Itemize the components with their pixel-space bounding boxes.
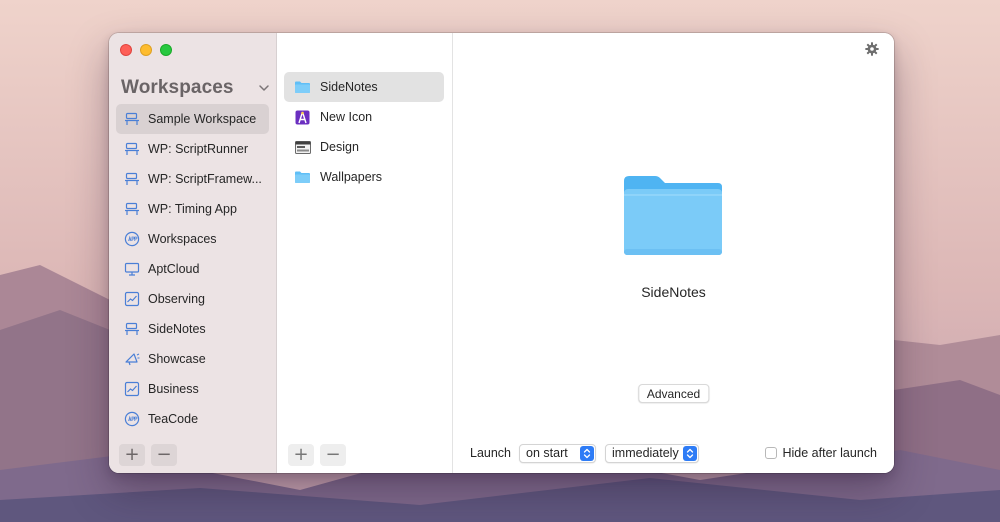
advanced-button[interactable]: Advanced xyxy=(637,384,710,403)
zoom-window-button[interactable] xyxy=(160,44,172,56)
hide-after-launch-option[interactable]: Hide after launch xyxy=(765,446,877,460)
remove-item-button[interactable]: − xyxy=(320,444,346,466)
updown-chevron-icon xyxy=(580,445,595,461)
sidebar-item-label: Workspaces xyxy=(148,232,217,246)
workspace-icon xyxy=(124,111,140,127)
sidebar-item-wp-scriptframework[interactable]: WP: ScriptFramew... xyxy=(116,164,269,194)
add-workspace-button[interactable]: + xyxy=(119,444,145,466)
remove-workspace-button[interactable]: − xyxy=(151,444,177,466)
launch-timing-select[interactable]: immediately xyxy=(605,443,700,463)
sidebar-item-wp-timing-app[interactable]: WP: Timing App xyxy=(116,194,269,224)
workspace-icon xyxy=(124,321,140,337)
launch-label: Launch xyxy=(470,446,512,460)
window-icon xyxy=(294,139,311,155)
launch-when-select[interactable]: on start xyxy=(519,443,597,463)
chart-icon xyxy=(124,291,140,307)
sidebar-item-label: Business xyxy=(148,382,199,396)
monitor-icon xyxy=(124,261,140,277)
workspace-items-list: SideNotes New Icon Design Wallpapers xyxy=(284,72,444,192)
app-icon xyxy=(124,231,140,247)
item-sidenotes[interactable]: SideNotes xyxy=(284,72,444,102)
item-design[interactable]: Design xyxy=(284,132,444,162)
minimize-window-button[interactable] xyxy=(140,44,152,56)
item-detail-pane: SideNotes Advanced Launch on start immed… xyxy=(453,33,894,473)
item-wallpapers[interactable]: Wallpapers xyxy=(284,162,444,192)
workspace-icon xyxy=(124,201,140,217)
gear-icon[interactable] xyxy=(865,42,879,56)
hide-after-launch-label: Hide after launch xyxy=(782,446,877,460)
window-controls xyxy=(120,44,172,56)
sidebar-item-label: AptCloud xyxy=(148,262,200,276)
item-label: Wallpapers xyxy=(320,170,383,184)
app-window: Workspaces Sample Workspace WP: ScriptRu… xyxy=(109,33,894,473)
workspace-items-panel: SideNotes New Icon Design Wallpapers + − xyxy=(277,33,453,473)
launch-timing-value: immediately xyxy=(612,446,679,460)
sidebar-item-sidenotes[interactable]: SideNotes xyxy=(116,314,269,344)
item-label: SideNotes xyxy=(320,80,378,94)
workspaces-sidebar: Workspaces Sample Workspace WP: ScriptRu… xyxy=(109,33,277,473)
sidebar-item-label: WP: Timing App xyxy=(148,202,237,216)
sidebar-item-business[interactable]: Business xyxy=(116,374,269,404)
megaphone-icon xyxy=(124,351,140,367)
sidebar-item-label: TeaCode xyxy=(148,412,199,426)
sidebar-item-showcase[interactable]: Showcase xyxy=(116,344,269,374)
sidebar-item-label: SideNotes xyxy=(148,322,206,336)
sidebar-item-observing[interactable]: Observing xyxy=(116,284,269,314)
item-name: SideNotes xyxy=(641,284,706,300)
app-icon xyxy=(124,411,140,427)
sidebar-toolbar: + − xyxy=(119,444,177,466)
workspace-icon xyxy=(124,171,140,187)
sidebar-item-label: WP: ScriptFramew... xyxy=(148,172,262,186)
workspace-list: Sample Workspace WP: ScriptRunner WP: Sc… xyxy=(116,104,269,434)
sidebar-item-aptcloud[interactable]: AptCloud xyxy=(116,254,269,284)
sidebar-item-label: Sample Workspace xyxy=(148,112,257,126)
chart-icon xyxy=(124,381,140,397)
design-app-icon xyxy=(294,109,311,125)
workspaces-header[interactable]: Workspaces xyxy=(121,77,271,99)
sidebar-title: Workspaces xyxy=(121,77,234,98)
sidebar-item-workspaces[interactable]: Workspaces xyxy=(116,224,269,254)
sidebar-item-teacode[interactable]: TeaCode xyxy=(116,404,269,434)
sidebar-item-sample-workspace[interactable]: Sample Workspace xyxy=(116,104,269,134)
folder-icon xyxy=(294,169,311,185)
updown-chevron-icon xyxy=(683,445,698,461)
sidebar-item-label: WP: ScriptRunner xyxy=(148,142,249,156)
item-label: New Icon xyxy=(320,110,373,124)
launch-when-value: on start xyxy=(526,446,568,460)
folder-icon xyxy=(294,79,311,95)
item-label: Design xyxy=(320,140,359,154)
folder-icon xyxy=(624,176,722,255)
launch-options: Launch on start immediately Hide after l… xyxy=(470,443,877,463)
workspace-icon xyxy=(124,141,140,157)
chevron-down-icon[interactable] xyxy=(257,81,271,95)
sidebar-item-label: Showcase xyxy=(148,352,206,366)
items-toolbar: + − xyxy=(288,444,346,466)
add-item-button[interactable]: + xyxy=(288,444,314,466)
item-new-icon[interactable]: New Icon xyxy=(284,102,444,132)
sidebar-item-label: Observing xyxy=(148,292,205,306)
close-window-button[interactable] xyxy=(120,44,132,56)
hide-after-launch-checkbox[interactable] xyxy=(765,447,778,459)
sidebar-item-wp-scriptrunner[interactable]: WP: ScriptRunner xyxy=(116,134,269,164)
